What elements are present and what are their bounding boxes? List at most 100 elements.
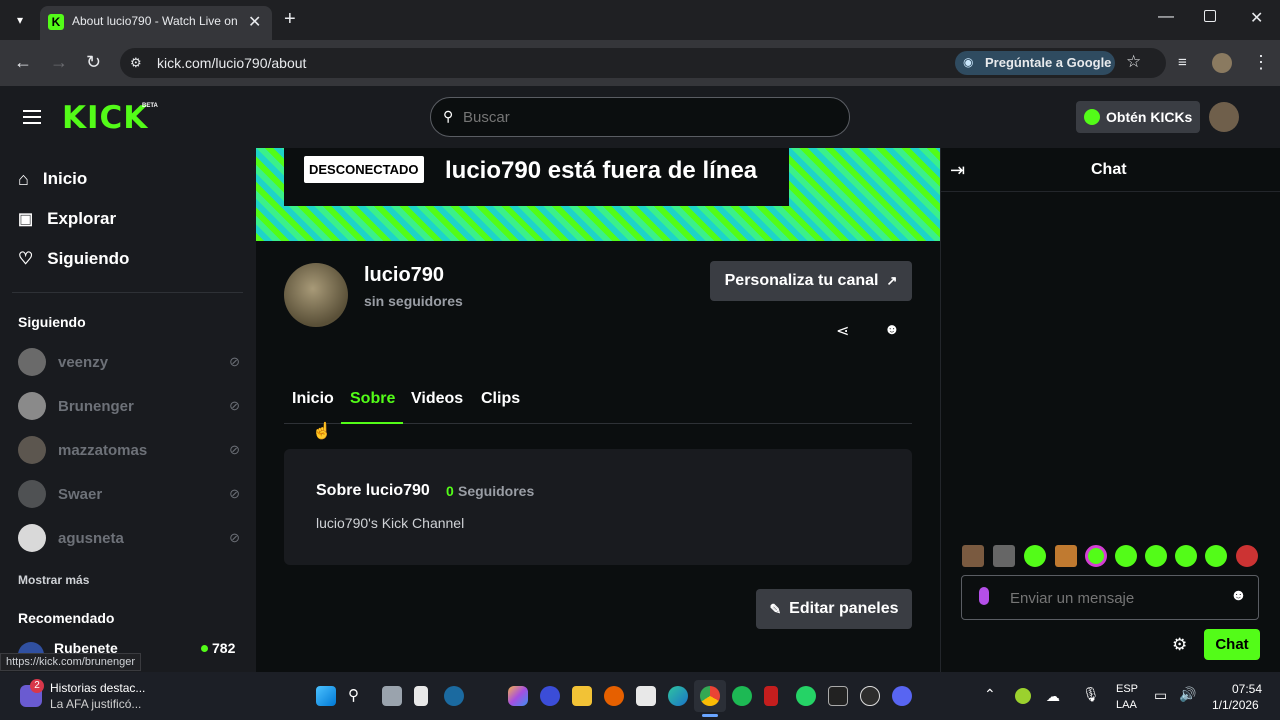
chat-message-input[interactable]: [1010, 588, 1220, 608]
copilot-icon[interactable]: [508, 686, 528, 706]
whatsapp-icon[interactable]: [796, 686, 816, 706]
close-tab-icon[interactable]: ✕: [248, 12, 261, 32]
dark-app-icon[interactable]: [828, 686, 848, 706]
offline-icon: ⊘: [229, 442, 240, 457]
file-explorer-icon[interactable]: [572, 686, 592, 706]
collapse-chat-icon[interactable]: ⇥: [950, 160, 965, 181]
firefox-icon[interactable]: [604, 686, 624, 706]
discord-icon[interactable]: [892, 686, 912, 706]
ea-app-icon[interactable]: [540, 686, 560, 706]
external-link-icon: ↗: [886, 273, 898, 288]
tab-inicio[interactable]: Inicio: [292, 390, 334, 408]
sidebar-item-inicio[interactable]: ⌂ Inicio: [18, 165, 87, 193]
emote-3[interactable]: [1024, 545, 1046, 567]
news-widget[interactable]: 2 Historias destac... La AFA justificó..…: [18, 679, 158, 715]
emote-6[interactable]: [1115, 545, 1137, 567]
hamburger-menu-icon[interactable]: [23, 110, 41, 124]
browser-tab[interactable]: K About lucio790 - Watch Live on ✕: [40, 6, 272, 40]
edit-panels-button[interactable]: ✎ Editar paneles: [756, 589, 912, 629]
bookmark-star-icon[interactable]: ☆: [1126, 52, 1141, 72]
microphone-icon[interactable]: [979, 587, 989, 605]
clock-date[interactable]: 1/1/2026: [1212, 698, 1259, 712]
chat-settings-icon[interactable]: ⚙: [1172, 635, 1187, 655]
network-icon[interactable]: ▭: [1154, 687, 1167, 704]
cloud-tray-icon[interactable]: ☁: [1046, 688, 1060, 705]
profile-avatar[interactable]: [1212, 53, 1232, 73]
new-tab-button[interactable]: +: [284, 8, 296, 31]
microphone-tray-icon[interactable]: 🎙: [1082, 686, 1100, 703]
avatar: [18, 392, 46, 420]
sidebar-item-siguiendo[interactable]: ♡ Siguiendo: [18, 245, 129, 273]
news-title: Historias destac...: [50, 681, 146, 695]
get-kicks-button[interactable]: Obtén KICKs: [1076, 101, 1200, 133]
following-channel-mazzatomas[interactable]: mazzatomas ⊘: [18, 435, 240, 465]
task-view-icon[interactable]: [382, 686, 402, 706]
avatar: [18, 480, 46, 508]
channel-avatar[interactable]: [284, 263, 348, 327]
spotify-icon[interactable]: [732, 686, 752, 706]
home-icon: ⌂: [18, 168, 29, 189]
search-box[interactable]: ⚲: [430, 97, 850, 137]
language-top[interactable]: ESP: [1116, 683, 1138, 695]
obs-icon[interactable]: [860, 686, 880, 706]
edge-icon[interactable]: [668, 686, 688, 706]
kick-logo[interactable]: KICK: [62, 100, 148, 136]
restore-button[interactable]: [1204, 10, 1216, 22]
forward-icon[interactable]: →: [50, 52, 68, 73]
emote-4[interactable]: [1055, 545, 1077, 567]
emote-9[interactable]: [1205, 545, 1227, 567]
windows-start-icon[interactable]: [316, 686, 336, 706]
store-icon[interactable]: [636, 686, 656, 706]
emote-2[interactable]: [993, 545, 1015, 567]
channel-name: mazzatomas: [58, 441, 148, 459]
emote-7[interactable]: [1145, 545, 1167, 567]
channel-name: agusneta: [58, 529, 124, 547]
emoji-picker-icon[interactable]: ☻: [1230, 587, 1247, 605]
tab-sobre[interactable]: Sobre: [350, 390, 395, 408]
steam-icon[interactable]: [444, 686, 464, 706]
search-taskbar-icon[interactable]: ⚲: [348, 686, 368, 706]
tab-clips[interactable]: Clips: [481, 390, 520, 408]
emote-1[interactable]: [962, 545, 984, 567]
address-bar[interactable]: ⚙ kick.com/lucio790/about ◉ Pregúntale a…: [120, 48, 1166, 78]
tab-videos[interactable]: Videos: [411, 390, 463, 408]
file-icon[interactable]: [414, 686, 428, 706]
emote-8[interactable]: [1175, 545, 1197, 567]
chat-title: Chat: [1091, 161, 1127, 178]
site-settings-icon[interactable]: ⚙: [130, 55, 142, 71]
chat-input-box[interactable]: ☻: [961, 575, 1259, 620]
send-chat-button[interactable]: Chat: [1204, 629, 1260, 660]
following-channel-veenzy[interactable]: veenzy ⊘: [18, 347, 240, 377]
ask-google-chip[interactable]: ◉ Pregúntale a Google: [955, 51, 1115, 75]
reload-icon[interactable]: ↻: [86, 52, 101, 73]
sidebar-item-label: Inicio: [42, 169, 88, 188]
emote-10[interactable]: [1236, 545, 1258, 567]
volume-icon[interactable]: 🔊: [1179, 686, 1196, 703]
close-window-button[interactable]: ✕: [1250, 8, 1263, 28]
tab-list-button[interactable]: ▾: [10, 10, 30, 30]
show-more-link[interactable]: Mostrar más: [18, 573, 89, 587]
clock-time[interactable]: 07:54: [1232, 682, 1262, 696]
red-app-icon[interactable]: [764, 686, 778, 706]
sidebar-item-explorar[interactable]: ▣ Explorar: [18, 205, 116, 233]
following-channel-swaer[interactable]: Swaer ⊘: [18, 479, 240, 509]
xbox-tray-icon[interactable]: [1015, 688, 1031, 704]
search-icon: ⚲: [443, 108, 454, 124]
minimize-button[interactable]: —: [1158, 8, 1174, 26]
tray-overflow-icon[interactable]: ⌃: [984, 686, 996, 703]
user-avatar[interactable]: [1209, 102, 1239, 132]
emote-5[interactable]: [1085, 545, 1107, 567]
chrome-icon[interactable]: [700, 686, 720, 706]
customize-channel-button[interactable]: Personaliza tu canal ↗: [710, 261, 912, 301]
url-text[interactable]: kick.com/lucio790/about: [157, 55, 306, 71]
back-icon[interactable]: ←: [14, 52, 32, 73]
kicks-coin-icon: [1084, 109, 1100, 125]
follow-user-icon[interactable]: ☻: [884, 321, 900, 338]
language-bottom[interactable]: LAA: [1116, 699, 1137, 711]
share-icon[interactable]: ⋖: [836, 321, 849, 341]
following-channel-agusneta[interactable]: agusneta ⊘: [18, 523, 240, 553]
media-control-icon[interactable]: ≡: [1178, 54, 1187, 71]
search-input[interactable]: [463, 107, 833, 127]
following-channel-brunenger[interactable]: Brunenger ⊘: [18, 391, 240, 421]
browser-menu-icon[interactable]: ⋮: [1252, 52, 1270, 73]
